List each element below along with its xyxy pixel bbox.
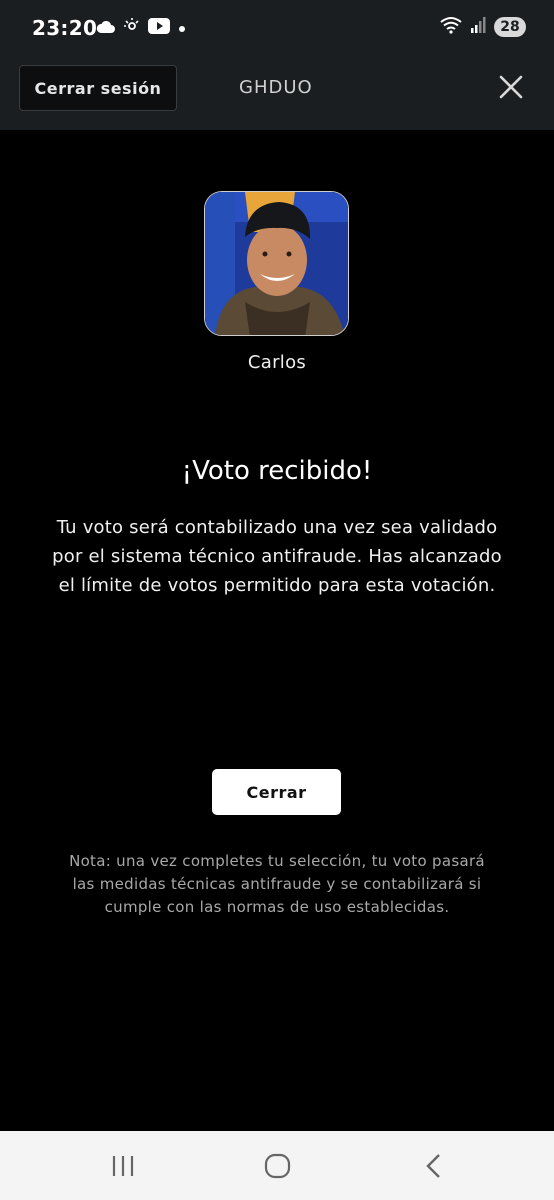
recent-apps-icon[interactable] xyxy=(108,1151,138,1181)
dot-icon xyxy=(177,19,187,38)
system-nav-bar xyxy=(0,1131,554,1200)
logout-button[interactable]: Cerrar sesión xyxy=(19,65,177,111)
signal-icon xyxy=(470,16,486,38)
back-icon[interactable] xyxy=(419,1151,449,1181)
candidate-avatar xyxy=(204,191,349,336)
wifi-icon xyxy=(440,16,462,38)
status-icons-right: 28 xyxy=(440,16,526,38)
brand-title: GHDUO xyxy=(239,77,313,98)
home-icon[interactable] xyxy=(263,1151,293,1181)
status-bar: 23:20 28 xyxy=(0,0,554,58)
cloud-icon xyxy=(96,19,116,38)
youtube-icon xyxy=(148,18,170,38)
footer-note: Nota: una vez completes tu selección, tu… xyxy=(69,852,485,916)
status-time: 23:20 xyxy=(32,16,98,40)
vote-message: Tu voto será contabilizado una vez sea v… xyxy=(52,517,502,596)
battery-badge: 28 xyxy=(494,17,526,37)
close-icon[interactable] xyxy=(498,74,524,100)
app-header: Cerrar sesión GHDUO xyxy=(0,58,554,130)
status-icons-left xyxy=(96,18,187,38)
weather-icon xyxy=(123,18,141,38)
vote-received-title: ¡Voto recibido! xyxy=(181,456,373,486)
close-button[interactable]: Cerrar xyxy=(212,769,341,815)
candidate-name: Carlos xyxy=(247,352,307,373)
